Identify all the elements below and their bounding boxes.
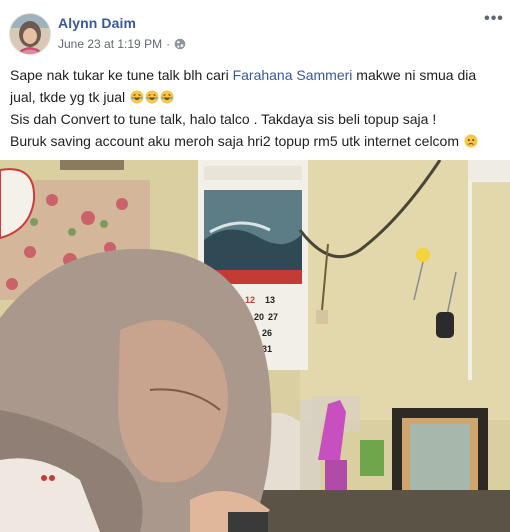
avatar-image [10,14,50,54]
svg-text:27: 27 [268,312,278,322]
facebook-post: Alynn Daim June 23 at 1:19 PM · ••• Sape… [0,0,510,532]
rolling-laughing-emoji-icon [130,88,144,104]
photo-woman-hijab: 51213 62027 28262731 [0,160,510,532]
post-meta: June 23 at 1:19 PM · [58,37,186,51]
svg-text:20: 20 [254,312,264,322]
post-text-line-1: Sape nak tukar ke tune talk blh cari Far… [10,64,500,86]
post-text: Sape nak tukar ke tune talk blh cari Far… [10,64,500,152]
worried-face-emoji-icon [464,132,478,148]
svg-text:12: 12 [245,295,255,305]
post-timestamp[interactable]: June 23 at 1:19 PM [58,37,162,51]
post-header: Alynn Daim June 23 at 1:19 PM · ••• [0,0,510,62]
post-text-segment: Sis dah Convert to tune talk, halo talco… [10,111,437,127]
post-text-line-4: Buruk saving account aku meroh saja hri2… [10,130,500,152]
post-text-segment: makwe ni smua dia [352,67,477,83]
post-text-segment: Sape nak tukar ke tune talk blh cari [10,67,233,83]
post-text-line-3: Sis dah Convert to tune talk, halo talco… [10,108,500,130]
post-text-segment: Buruk saving account aku meroh saja hri2… [10,133,460,149]
post-text-segment: jual, tkde yg tk jual [10,89,126,105]
post-text-line-2: jual, tkde yg tk jual [10,86,500,108]
mention-link[interactable]: Farahana Sammeri [233,67,353,83]
svg-text:26: 26 [262,328,272,338]
author-avatar[interactable] [9,13,51,55]
meta-separator: · [166,37,171,51]
author-name[interactable]: Alynn Daim [58,15,136,31]
more-options-icon[interactable]: ••• [484,11,504,28]
globe-icon[interactable] [174,38,186,50]
svg-text:13: 13 [265,295,275,305]
post-photo[interactable]: 51213 62027 28262731 [0,160,510,532]
rolling-laughing-emoji-icon [145,88,159,104]
rolling-laughing-emoji-icon [160,88,174,104]
